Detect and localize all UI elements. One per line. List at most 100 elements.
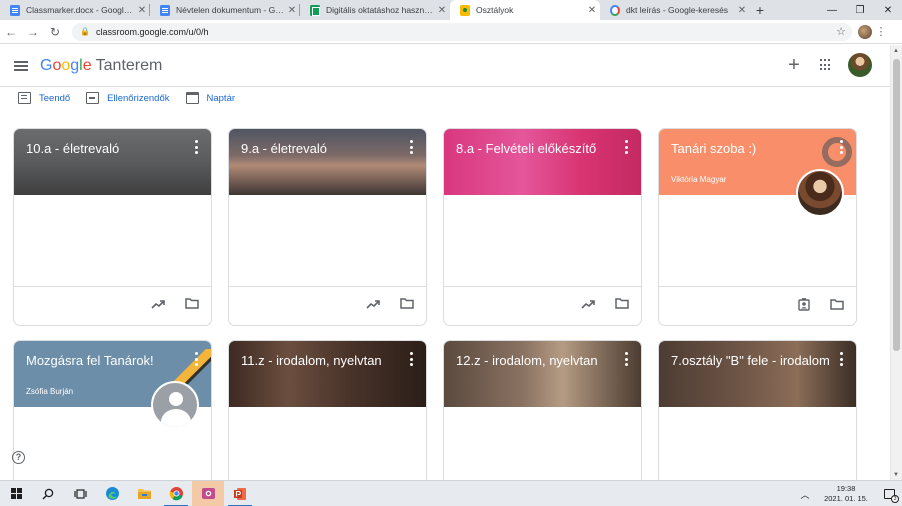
- more-options-icon[interactable]: [840, 140, 844, 154]
- restore-icon[interactable]: ❐: [846, 0, 874, 20]
- task-view-icon: [73, 488, 87, 499]
- folder-icon[interactable]: [830, 299, 844, 310]
- class-card-title[interactable]: 7.osztály "B" fele - irodalom: [671, 353, 836, 368]
- forward-icon[interactable]: →: [22, 21, 44, 43]
- minimize-icon[interactable]: —: [818, 0, 846, 20]
- back-icon[interactable]: ←: [0, 21, 22, 43]
- more-options-icon[interactable]: [410, 140, 414, 154]
- browser-tab-5[interactable]: dkt leírás - Google-keresés ✕: [600, 0, 750, 20]
- todo-icon: [18, 92, 31, 104]
- browser-menu-icon[interactable]: ⋮: [872, 25, 890, 38]
- clock-time: 19:38: [836, 484, 856, 493]
- class-card[interactable]: 8.a - Felvételi előkészítő: [443, 128, 642, 326]
- tab-title: Classmarker.docx - Google Do: [26, 5, 134, 15]
- close-icon[interactable]: ✕: [284, 5, 300, 16]
- review-icon: [86, 92, 100, 104]
- class-card-title[interactable]: Tanári szoba :): [671, 141, 836, 156]
- class-card-header[interactable]: 10.a - életrevaló: [14, 129, 211, 195]
- new-tab-button[interactable]: +: [750, 0, 770, 20]
- start-button[interactable]: [0, 481, 32, 506]
- scroll-up-icon[interactable]: ▲: [893, 48, 899, 54]
- default-avatar-icon: [151, 381, 199, 429]
- class-card[interactable]: Mozgásra fel Tanárok! Zsófia Burján: [13, 340, 212, 500]
- page-scrollbar[interactable]: ▲ ▼: [890, 45, 902, 480]
- google-icon: [610, 4, 620, 16]
- class-card-header[interactable]: 9.a - életrevaló: [229, 129, 426, 195]
- help-icon[interactable]: ?: [12, 451, 25, 464]
- class-card-title[interactable]: Mozgásra fel Tanárok!: [26, 353, 191, 368]
- close-icon[interactable]: ✕: [584, 5, 600, 16]
- clock[interactable]: 19:38 2021. 01. 15.: [816, 484, 876, 504]
- clock-date: 2021. 01. 15.: [824, 494, 868, 503]
- logo-letter: o: [61, 56, 71, 74]
- main-menu-icon[interactable]: [14, 60, 28, 71]
- class-card-header[interactable]: 8.a - Felvételi előkészítő: [444, 129, 641, 195]
- class-card[interactable]: 11.z - irodalom, nyelvtan: [228, 340, 427, 500]
- explorer-app[interactable]: [128, 481, 160, 506]
- trending-icon[interactable]: [151, 299, 165, 309]
- browser-tab-4[interactable]: Osztályok ✕: [450, 0, 600, 20]
- show-hidden-icons-icon[interactable]: ︿: [794, 488, 816, 501]
- bookmark-star-icon[interactable]: ☆: [836, 25, 846, 38]
- folder-icon[interactable]: [400, 298, 414, 309]
- classroom-logo[interactable]: Google Tanterem: [40, 57, 162, 75]
- more-options-icon[interactable]: [840, 352, 844, 366]
- notification-center-button[interactable]: 3: [876, 481, 902, 506]
- class-card[interactable]: 9.a - életrevaló: [228, 128, 427, 326]
- chrome-app[interactable]: [160, 481, 192, 506]
- reload-icon[interactable]: ↻: [44, 21, 66, 43]
- browser-toolbar: ← → ↻ 🔒 classroom.google.com/u/0/h ☆ ⋮: [0, 20, 902, 44]
- browser-tab-3[interactable]: Digitális oktatáshoz hasznos p ✕: [300, 0, 450, 20]
- class-card-header[interactable]: 12.z - irodalom, nyelvtan: [444, 341, 641, 407]
- student-work-icon[interactable]: [798, 298, 810, 311]
- powerpoint-app[interactable]: [224, 481, 256, 506]
- class-card-title[interactable]: 10.a - életrevaló: [26, 141, 191, 156]
- google-apps-icon[interactable]: [820, 59, 832, 71]
- more-options-icon[interactable]: [625, 352, 629, 366]
- edge-app[interactable]: [96, 481, 128, 506]
- scroll-down-icon[interactable]: ▼: [893, 472, 899, 478]
- class-card[interactable]: 12.z - irodalom, nyelvtan: [443, 340, 642, 500]
- class-card-title[interactable]: 11.z - irodalom, nyelvtan: [241, 353, 406, 368]
- close-icon[interactable]: ✕: [134, 5, 150, 16]
- subnav-calendar-label: Naptár: [206, 92, 236, 104]
- subnav-review[interactable]: Ellenőrizendők: [86, 92, 170, 104]
- class-card-owner[interactable]: Viktória Magyar: [671, 175, 726, 184]
- browser-profile-avatar[interactable]: [858, 24, 872, 39]
- scrollbar-thumb[interactable]: [893, 59, 900, 351]
- recorder-app[interactable]: [192, 480, 224, 506]
- class-card-title[interactable]: 9.a - életrevaló: [241, 141, 406, 156]
- class-card[interactable]: 10.a - életrevaló: [13, 128, 212, 326]
- folder-icon[interactable]: [615, 298, 629, 309]
- close-icon[interactable]: ✕: [434, 5, 450, 16]
- notification-count: 3: [891, 495, 899, 503]
- subnav-todo[interactable]: Teendő: [18, 92, 70, 104]
- folder-icon[interactable]: [185, 298, 199, 309]
- browser-tab-1[interactable]: Classmarker.docx - Google Do ✕: [0, 0, 150, 20]
- create-join-class-icon[interactable]: +: [784, 53, 804, 77]
- more-options-icon[interactable]: [410, 352, 414, 366]
- class-card-title[interactable]: 12.z - irodalom, nyelvtan: [456, 353, 621, 368]
- class-card[interactable]: Tanári szoba :) Viktória Magyar: [658, 128, 857, 326]
- class-card-owner[interactable]: Zsófia Burján: [26, 387, 73, 396]
- class-card-header[interactable]: 7.osztály "B" fele - irodalom: [659, 341, 856, 407]
- search-button[interactable]: [32, 481, 64, 506]
- task-view-button[interactable]: [64, 481, 96, 506]
- gear-decoration: [822, 137, 852, 167]
- close-icon[interactable]: ✕: [734, 5, 750, 16]
- lock-icon[interactable]: 🔒: [80, 27, 90, 36]
- subnav-calendar[interactable]: Naptár: [185, 92, 236, 104]
- account-avatar[interactable]: [848, 53, 872, 77]
- class-card-title[interactable]: 8.a - Felvételi előkészítő: [456, 141, 621, 156]
- more-options-icon[interactable]: [195, 140, 199, 154]
- more-options-icon[interactable]: [625, 140, 629, 154]
- trending-icon[interactable]: [581, 299, 595, 309]
- class-card-footer: [659, 287, 856, 325]
- close-window-icon[interactable]: ✕: [874, 0, 902, 20]
- class-card[interactable]: 7.osztály "B" fele - irodalom: [658, 340, 857, 500]
- class-card-header[interactable]: 11.z - irodalom, nyelvtan: [229, 341, 426, 407]
- browser-tab-2[interactable]: Névtelen dokumentum - Goog ✕: [150, 0, 300, 20]
- trending-icon[interactable]: [366, 299, 380, 309]
- address-bar[interactable]: 🔒 classroom.google.com/u/0/h ☆: [72, 22, 852, 41]
- more-options-icon[interactable]: [195, 352, 199, 366]
